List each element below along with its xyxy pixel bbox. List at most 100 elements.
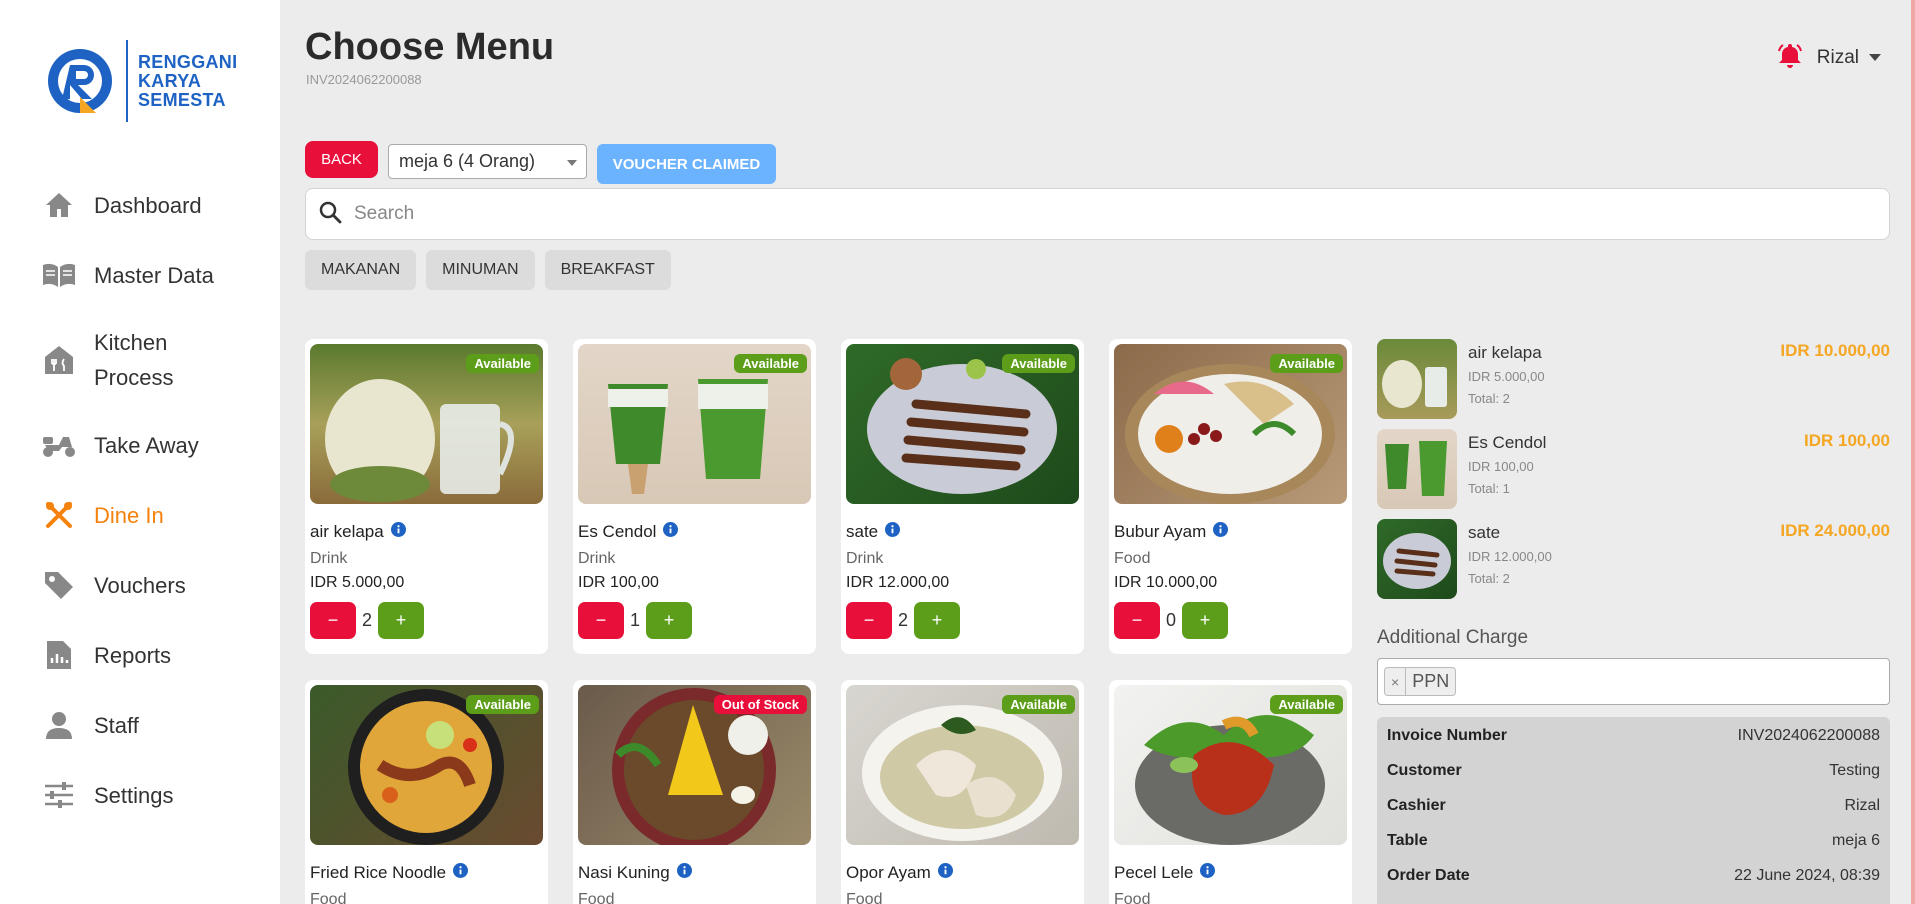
decrease-button[interactable]: − [310,602,356,639]
category-minuman[interactable]: MINUMAN [426,250,535,290]
sidebar-item-master-data[interactable]: Master Data [0,240,280,310]
product-name: Nasi Kuning [578,863,670,882]
increase-button[interactable]: + [1182,602,1228,639]
increase-button[interactable]: + [646,602,692,639]
charge-tag-label: PPN [1412,671,1450,691]
sidebar-item-dine-in[interactable]: Dine In [0,480,280,550]
order-item-image [1377,339,1457,419]
quantity-value: 2 [361,610,372,630]
order-item-subtotal: IDR 10.000,00 [1780,341,1890,360]
scooter-icon [40,428,78,462]
info-icon[interactable] [1200,862,1216,878]
search-icon [318,200,342,229]
summary-row: Invoice Number INV2024062200088 [1387,727,1880,762]
order-item-name: air kelapa [1468,343,1542,362]
info-icon[interactable] [885,521,901,537]
order-item[interactable]: air kelapa IDR 5.000,00 Total: 2 IDR 10.… [1377,339,1890,419]
summary-key: Table [1387,832,1428,849]
page-title: Choose Menu [305,26,555,68]
quantity-value: 2 [897,610,908,630]
back-button[interactable]: BACK [305,141,378,178]
product-card[interactable]: Available Es Cendol Drink IDR 100,00 − 1… [573,339,816,654]
decrease-button[interactable]: − [1114,602,1160,639]
search-input[interactable]: Search [305,188,1890,240]
status-badge: Available [1270,695,1343,714]
quantity-stepper: − 2 + [846,602,1079,639]
product-image: Available [1114,685,1347,845]
sidebar-item-reports[interactable]: Reports [0,620,280,690]
category-filters: MAKANAN MINUMAN BREAKFAST [305,250,671,290]
order-item[interactable]: sate IDR 12.000,00 Total: 2 IDR 24.000,0… [1377,519,1890,599]
sidebar-item-label: Staff [94,712,139,738]
summary-row: Order Date 22 June 2024, 08:39 [1387,867,1880,902]
product-card[interactable]: Out of Stock Nasi Kuning Food [573,680,816,904]
summary-key: Cashier [1387,797,1446,814]
info-icon[interactable] [453,862,469,878]
product-card[interactable]: Available air kelapa Drink IDR 5.000,00 … [305,339,548,654]
product-image: Available [1114,344,1347,504]
quantity-stepper: − 2 + [310,602,543,639]
scrollbar[interactable] [1911,0,1915,904]
order-item-image [1377,429,1457,509]
summary-row: Cashier Rizal [1387,797,1880,832]
summary-value: INV2024062200088 [1737,727,1880,744]
utensils-icon [40,498,78,532]
brand-line-2: KARYA [138,70,202,91]
product-card[interactable]: Available Pecel Lele Food [1109,680,1352,904]
decrease-button[interactable]: − [578,602,624,639]
product-image: Available [310,344,543,504]
additional-charge-label: Additional Charge [1377,627,1529,648]
sidebar-item-take-away[interactable]: Take Away [0,410,280,480]
sidebar-item-label: Dine In [94,502,164,528]
summary-key: Order Date [1387,867,1470,884]
table-select-value: meja 6 (4 Orang) [399,151,536,171]
sidebar-item-label: Reports [94,642,172,668]
category-makanan[interactable]: MAKANAN [305,250,417,290]
product-type: Drink [310,550,348,567]
product-card[interactable]: Available Fried Rice Noodle Food [305,680,548,904]
product-name: Fried Rice Noodle [310,863,447,882]
brand-logo[interactable]: RENGGANI KARYA SEMESTA [46,40,237,122]
status-badge: Available [1002,354,1075,373]
voucher-claimed-button[interactable]: VOUCHER CLAIMED [597,144,776,184]
increase-button[interactable]: + [914,602,960,639]
user-name: Rizal [1816,46,1859,68]
sidebar-item-staff[interactable]: Staff [0,690,280,760]
quantity-stepper: − 0 + [1114,602,1347,639]
user-menu[interactable]: Rizal [1777,42,1881,73]
brand-line-3: SEMESTA [138,89,226,110]
order-item[interactable]: Es Cendol IDR 100,00 Total: 1 IDR 100,00 [1377,429,1890,509]
info-icon[interactable] [390,521,406,537]
sidebar-item-label: Settings [94,782,174,808]
kitchen-icon [40,343,78,377]
category-breakfast[interactable]: BREAKFAST [544,250,671,290]
sidebar-item-dashboard[interactable]: Dashboard [0,170,280,240]
sidebar-nav: Dashboard Master Data Kitchen Process Ta… [0,170,280,830]
summary-value: meja 6 [1831,832,1880,849]
product-card[interactable]: Available Bubur Ayam Food IDR 10.000,00 … [1109,339,1352,654]
home-icon [40,188,78,222]
sidebar-item-settings[interactable]: Settings [0,760,280,830]
sidebar-item-label: Vouchers [94,572,186,598]
summary-row: Table meja 6 [1387,832,1880,867]
bell-icon[interactable] [1777,42,1803,73]
increase-button[interactable]: + [378,602,424,639]
info-icon[interactable] [937,862,953,878]
product-card[interactable]: Available sate Drink IDR 12.000,00 − 2 + [841,339,1084,654]
info-icon[interactable] [1213,521,1229,537]
quantity-stepper: − 1 + [578,602,811,639]
table-select[interactable]: meja 6 (4 Orang) [388,144,587,179]
chevron-down-icon [1869,54,1881,61]
product-price: IDR 12.000,00 [846,574,950,591]
product-image: Out of Stock [578,685,811,845]
info-icon[interactable] [663,521,679,537]
product-type: Food [1114,891,1151,904]
sidebar-item-vouchers[interactable]: Vouchers [0,550,280,620]
product-type: Drink [578,550,616,567]
info-icon[interactable] [676,862,692,878]
sidebar-item-kitchen-process[interactable]: Kitchen Process [0,310,280,410]
product-card[interactable]: Available Opor Ayam Food [841,680,1084,904]
additional-charge-select[interactable]: × PPN [1377,658,1890,705]
remove-tag-icon[interactable]: × [1385,668,1407,695]
decrease-button[interactable]: − [846,602,892,639]
